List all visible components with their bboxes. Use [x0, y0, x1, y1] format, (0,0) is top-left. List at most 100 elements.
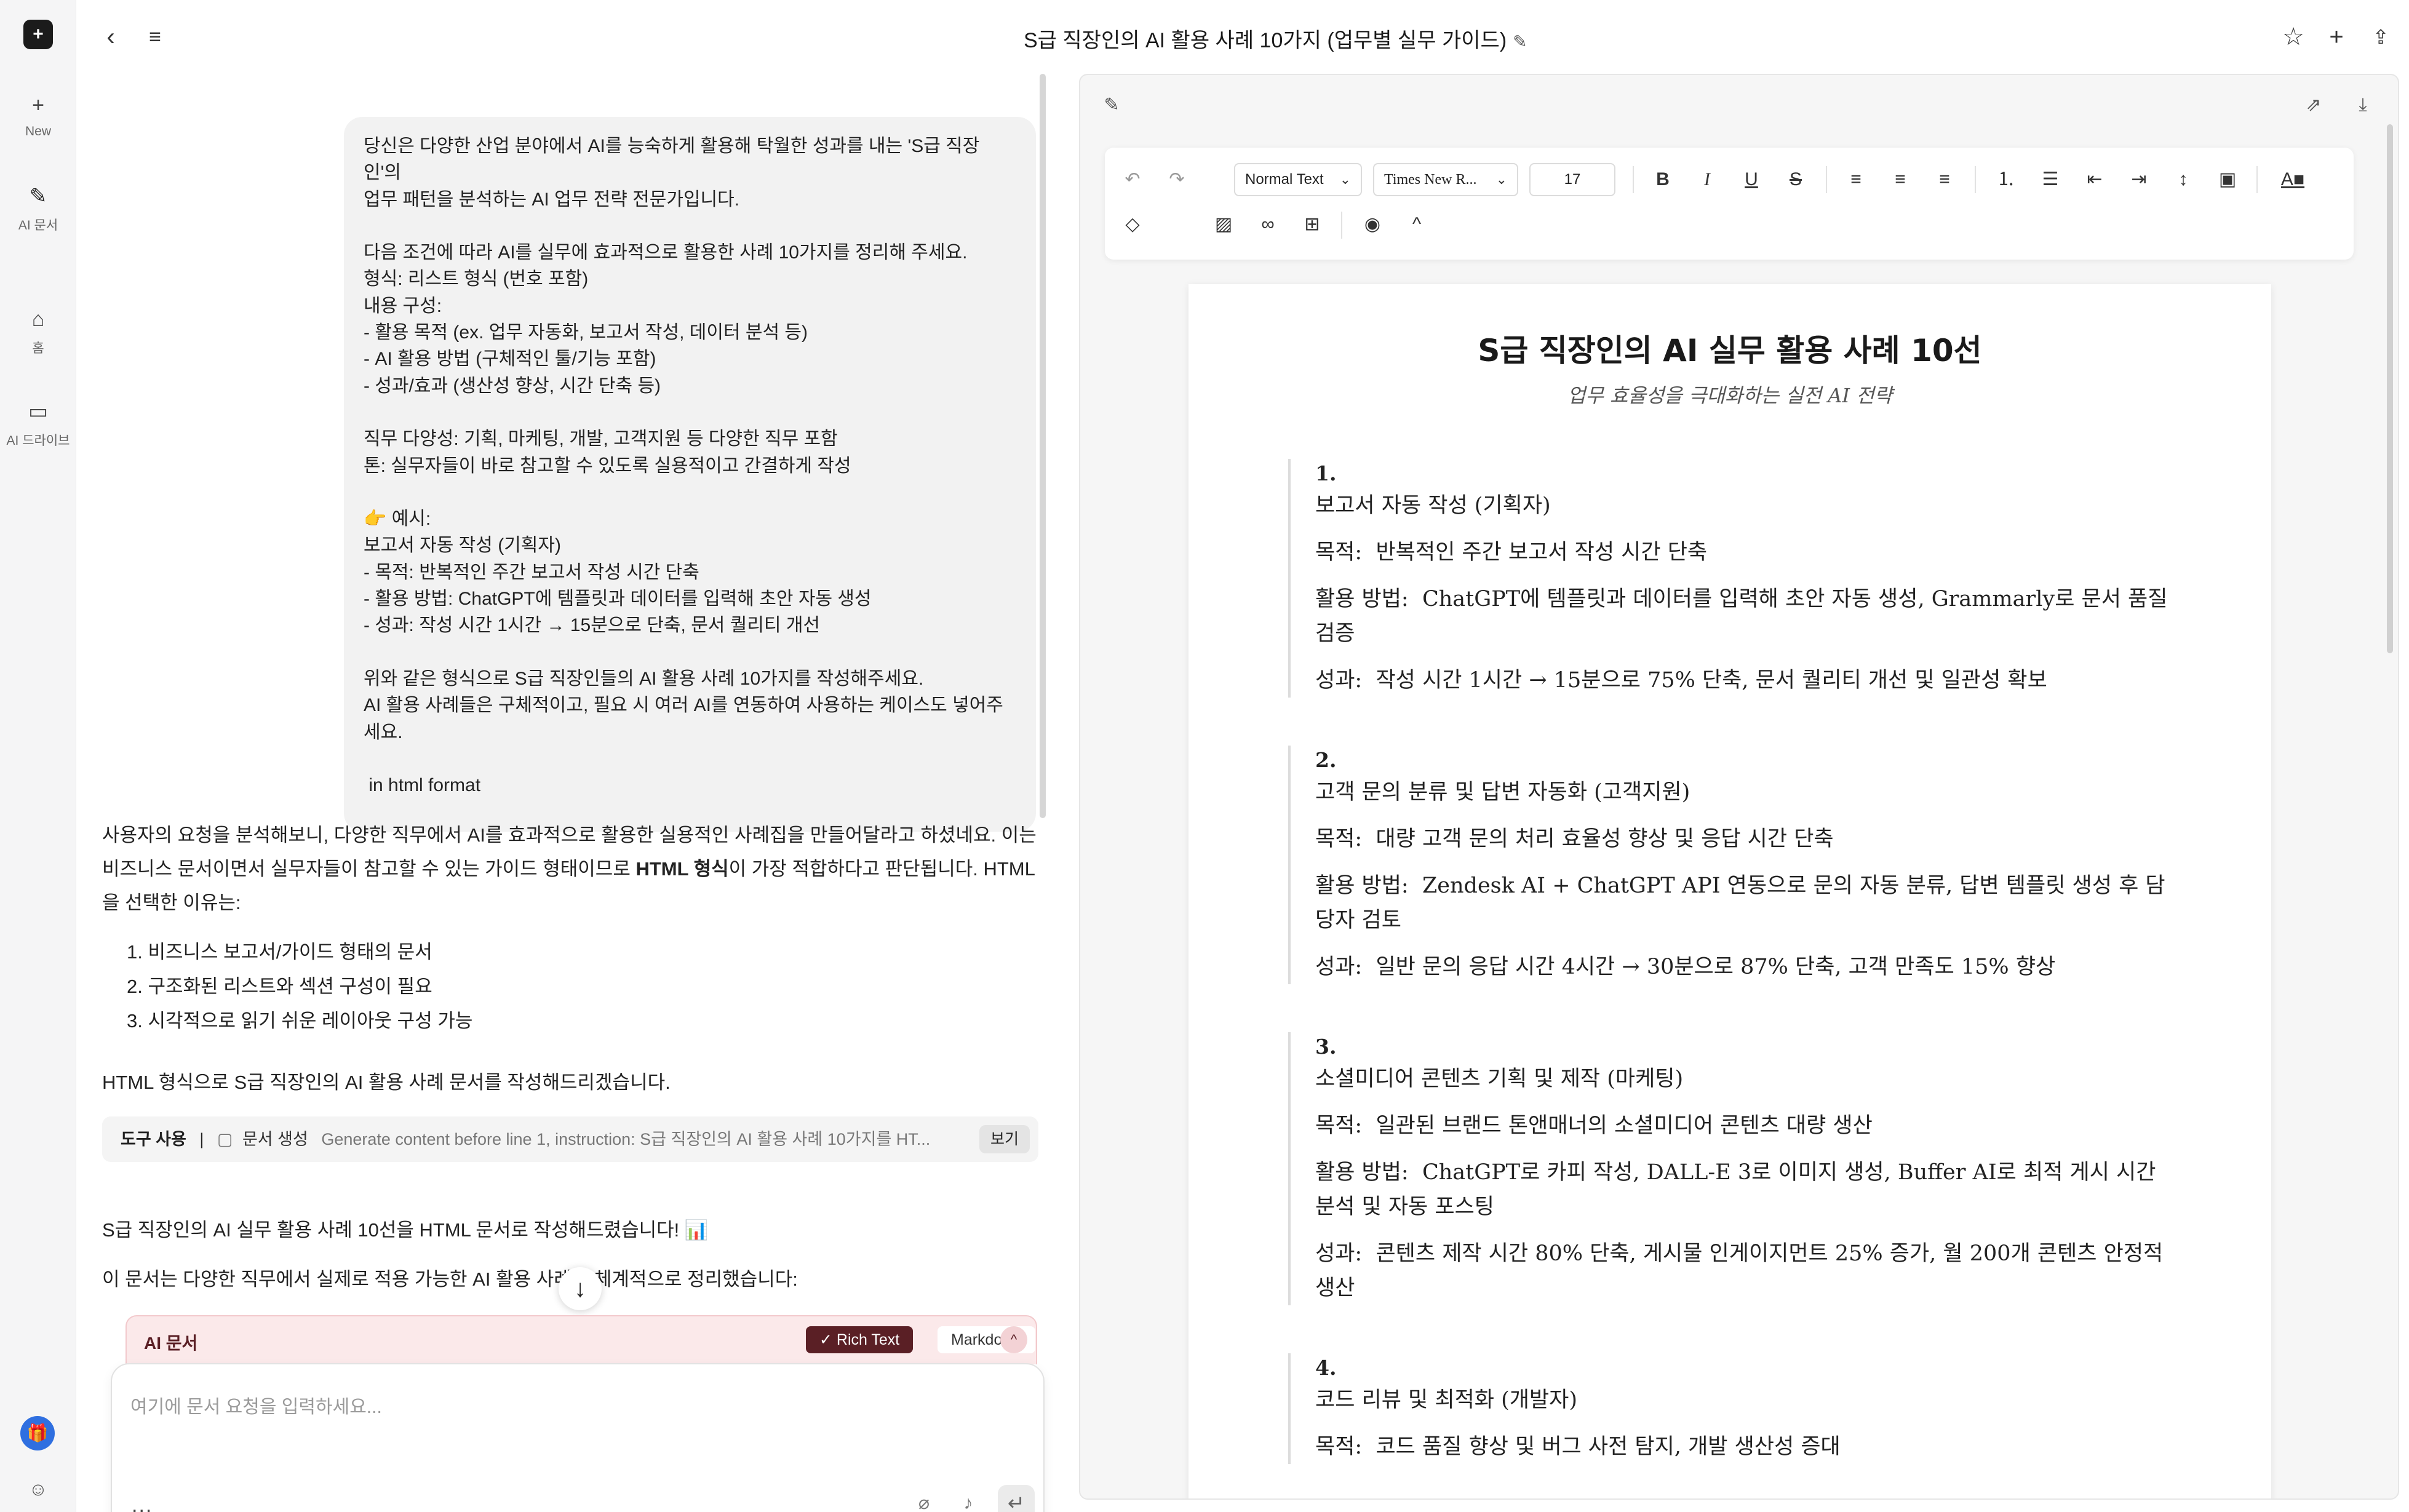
- enter-icon: ↵: [1007, 1492, 1025, 1512]
- chat-scrollbar[interactable]: [1040, 74, 1046, 818]
- case-result-text: 일반 문의 응답 시간 4시간 → 30분으로 87% 단축, 고객 만족도 1…: [1376, 955, 2056, 979]
- document-page[interactable]: S급 직장인의 AI 실무 활용 사례 10선 업무 효율성을 극대화하는 실전…: [1189, 284, 2271, 1498]
- ai-doc-label: AI 문서: [144, 1334, 198, 1353]
- case-method: 활용 방법: ChatGPT에 템플릿과 데이터를 입력해 초안 자동 생성, …: [1315, 582, 2174, 651]
- case-number: 4.: [1315, 1356, 1337, 1380]
- undo-icon[interactable]: ↶: [1117, 164, 1148, 195]
- font-size-input[interactable]: 17: [1529, 163, 1615, 196]
- italic-icon[interactable]: I: [1692, 164, 1722, 195]
- bullet-list-icon[interactable]: ☰: [2035, 164, 2066, 195]
- list-item: 3. 시각적으로 읽기 쉬운 레이아웃 구성 가능: [127, 1010, 473, 1032]
- app-logo[interactable]: +: [23, 20, 53, 49]
- case-method: 활용 방법: Zendesk AI + ChatGPT API 연동으로 문의 …: [1315, 869, 2174, 937]
- page-subtitle: 업무 효율성을 극대화하는 실전 AI 전략: [1567, 384, 1893, 407]
- align-left-icon[interactable]: ≡: [1841, 164, 1871, 195]
- case-result-text: 콘텐츠 제작 시간 80% 단축, 게시물 인게이지먼트 25% 증가, 월 2…: [1315, 1241, 2164, 1300]
- rail-ai-doc-button[interactable]: ✎ AI 문서: [0, 181, 76, 234]
- case-purpose-text: 반복적인 주간 보고서 작성 시간 단축: [1376, 540, 1708, 565]
- case-number: 3.: [1315, 1035, 1337, 1059]
- tool-action-label: 문서 생성: [242, 1130, 308, 1148]
- case-title: 소셜미디어 콘텐츠 기획 및 제작 (마케팅): [1315, 1067, 1684, 1091]
- case-purpose-text: 일관된 브랜드 톤앤매너의 소셜미디어 콘텐츠 대량 생산: [1376, 1113, 1873, 1138]
- gift-icon[interactable]: 🎁: [20, 1416, 55, 1450]
- rail-new-button[interactable]: + New: [0, 90, 76, 139]
- font-family-value: Times New R...: [1384, 172, 1477, 188]
- case-result-key: 성과:: [1315, 668, 1363, 693]
- case-method-text: Zendesk AI + ChatGPT API 연동으로 문의 자동 분류, …: [1315, 873, 2165, 933]
- case-result: 성과: 작성 시간 1시간 → 15분으로 75% 단축, 문서 퀄리티 개선 …: [1315, 663, 2174, 698]
- collapse-toolbar-icon[interactable]: ^: [1401, 209, 1432, 240]
- ai-assist-icon[interactable]: ◉: [1357, 209, 1388, 240]
- open-external-icon[interactable]: ⇗: [2298, 90, 2329, 121]
- arrow-down-icon: ↓: [574, 1275, 586, 1302]
- tool-use-row[interactable]: 도구 사용 | ▢ 문서 생성 Generate content before …: [102, 1116, 1038, 1162]
- composer-input[interactable]: 여기에 문서 요청을 입력하세요...: [130, 1391, 382, 1418]
- attach-icon[interactable]: ⌀: [908, 1487, 940, 1512]
- message-composer[interactable]: 여기에 문서 요청을 입력하세요... ... ⌀ ♪ ↵: [111, 1363, 1045, 1512]
- text-color-icon[interactable]: A■: [2277, 164, 2308, 195]
- share-icon[interactable]: ⇪: [2365, 21, 2397, 53]
- redo-icon[interactable]: ↷: [1161, 164, 1192, 195]
- case-block: 1. 보고서 자동 작성 (기획자) 목적: 반복적인 주간 보고서 작성 시간…: [1288, 459, 2174, 698]
- select-box-icon[interactable]: ▣: [2212, 164, 2243, 195]
- case-purpose-key: 목적:: [1315, 540, 1363, 565]
- image-icon[interactable]: ▨: [1208, 209, 1239, 240]
- chat-panel: 당신은 다양한 산업 분야에서 AI를 능숙하게 활용해 탁월한 성과를 내는 …: [76, 74, 1046, 1512]
- ordered-list-icon[interactable]: ⒈: [1991, 164, 2021, 195]
- case-block: 4. 코드 리뷰 및 최적화 (개발자) 목적: 코드 품질 향상 및 버그 사…: [1288, 1353, 2174, 1464]
- rail-home-button[interactable]: ⌂ 홈: [0, 304, 76, 357]
- table-icon[interactable]: ⊞: [1297, 209, 1328, 240]
- list-item: 2. 구조화된 리스트와 섹션 구성이 필요: [127, 976, 432, 997]
- case-purpose-key: 목적:: [1315, 1434, 1363, 1459]
- rail-ai-drive-button[interactable]: ▭ AI 드라이브: [0, 396, 76, 449]
- back-arrow-icon[interactable]: ‹: [95, 21, 127, 53]
- align-right-icon[interactable]: ≡: [1929, 164, 1960, 195]
- document-title: S급 직장인의 AI 활용 사례 10가지 (업무별 실무 가이드) ✎: [1024, 23, 1527, 54]
- case-title: 코드 리뷰 및 최적화 (개발자): [1315, 1388, 1578, 1412]
- star-icon[interactable]: ☆: [2277, 21, 2309, 53]
- menu-icon[interactable]: ≡: [139, 21, 171, 53]
- document-scrollbar[interactable]: [2387, 124, 2393, 653]
- case-method-key: 활용 방법:: [1315, 587, 1409, 611]
- scroll-down-button[interactable]: ↓: [559, 1267, 602, 1310]
- tool-use-label: 도구 사용: [121, 1130, 186, 1148]
- case-method: 활용 방법: ChatGPT로 카피 작성, DALL-E 3로 이미지 생성,…: [1315, 1155, 2174, 1224]
- microphone-icon[interactable]: ♪: [952, 1487, 984, 1512]
- download-icon[interactable]: ⤓: [2347, 90, 2378, 121]
- case-purpose: 목적: 반복적인 주간 보고서 작성 시간 단축: [1315, 535, 2174, 570]
- edit-doc-icon[interactable]: ✎: [1096, 90, 1127, 121]
- outdent-icon[interactable]: ⇤: [2079, 164, 2110, 195]
- align-center-icon[interactable]: ≡: [1885, 164, 1916, 195]
- rail-ai-drive-label: AI 드라이브: [6, 434, 70, 448]
- editor-toolbar: ↶ ↷ Normal Text ⌄ Times New R... ⌄ 17 B I …: [1105, 148, 2354, 260]
- chevron-up-icon[interactable]: ^: [1000, 1326, 1027, 1353]
- tool-view-button[interactable]: 보기: [979, 1125, 1030, 1153]
- indent-icon[interactable]: ⇥: [2124, 164, 2154, 195]
- font-family-select[interactable]: Times New R... ⌄: [1373, 163, 1518, 196]
- strikethrough-icon[interactable]: S: [1780, 164, 1811, 195]
- link-icon[interactable]: ∞: [1252, 209, 1283, 240]
- case-title: 보고서 자동 작성 (기획자): [1315, 493, 1551, 518]
- user-profile-icon[interactable]: ☺: [25, 1476, 52, 1503]
- text-style-select[interactable]: Normal Text ⌄: [1234, 163, 1362, 196]
- case-result: 성과: 일반 문의 응답 시간 4시간 → 30분으로 87% 단축, 고객 만…: [1315, 950, 2174, 984]
- add-icon[interactable]: +: [2320, 21, 2352, 53]
- user-message-bubble: 당신은 다양한 산업 분야에서 AI를 능숙하게 활용해 탁월한 성과를 내는 …: [344, 117, 1036, 832]
- case-purpose: 목적: 코드 품질 향상 및 버그 사전 탐지, 개발 생산성 증대: [1315, 1430, 2174, 1464]
- toolbar-divider: [1826, 166, 1827, 193]
- rich-text-toggle[interactable]: ✓ Rich Text: [806, 1326, 914, 1353]
- chevron-down-icon: ⌄: [1339, 172, 1351, 187]
- edit-title-icon[interactable]: ✎: [1513, 32, 1527, 51]
- left-rail: + + New ✎ AI 문서 ⌂ 홈 ▭ AI 드라이브 🎁 ☺: [0, 0, 76, 1512]
- bold-icon[interactable]: B: [1647, 164, 1678, 195]
- line-height-icon[interactable]: ↕: [2168, 164, 2199, 195]
- rail-home-label: 홈: [32, 341, 44, 356]
- document-title-text: S급 직장인의 AI 활용 사례 10가지 (업무별 실무 가이드): [1024, 29, 1507, 52]
- underline-icon[interactable]: U: [1736, 164, 1767, 195]
- send-button[interactable]: ↵: [998, 1485, 1035, 1512]
- reasons-list: 1. 비즈니스 보고서/가이드 형태의 문서 2. 구조화된 리스트와 섹션 구…: [127, 935, 988, 1038]
- case-block: 3. 소셜미디어 콘텐츠 기획 및 제작 (마케팅) 목적: 일관된 브랜드 톤…: [1288, 1032, 2174, 1305]
- highlight-icon[interactable]: ◇: [1117, 209, 1148, 240]
- more-options-icon[interactable]: ...: [132, 1494, 153, 1512]
- case-method-text: ChatGPT에 템플릿과 데이터를 입력해 초안 자동 생성, Grammar…: [1315, 587, 2168, 646]
